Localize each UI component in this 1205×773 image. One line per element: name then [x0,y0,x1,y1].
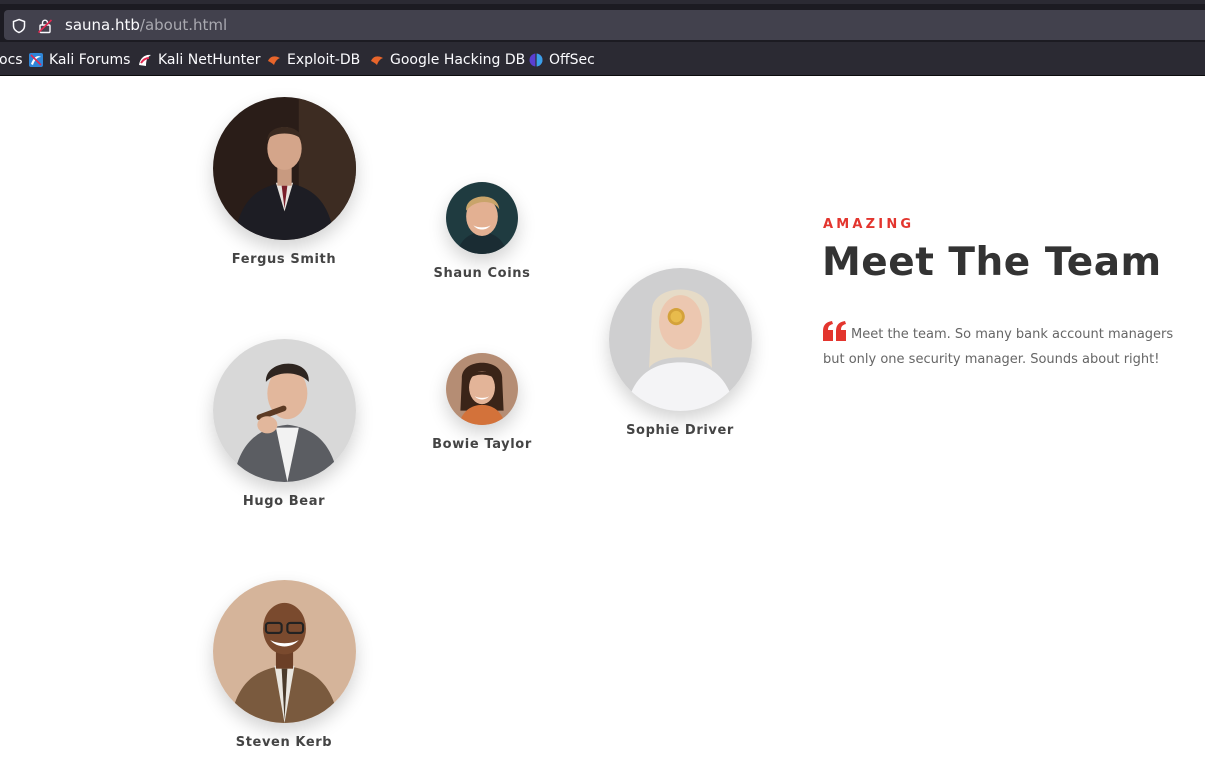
bookmarks-toolbar: ocs Kali Forums Kali NetHunter Exploit-D… [0,42,1205,76]
bookmark-label: Kali NetHunter [158,52,261,68]
offsec-icon [529,53,543,67]
team-member-name: Hugo Bear [242,494,326,509]
avatar [608,268,752,411]
bookmark-docs[interactable]: ocs [0,51,23,69]
kali-nethunter-icon [139,54,151,66]
bookmark-label: ocs [0,52,23,68]
about-page: Fergus Smith Shaun Coins Sophie Driver H… [0,77,1205,773]
avatar [212,580,356,723]
avatar [446,353,518,425]
bookmark-label: Kali Forums [49,52,131,68]
bookmark-label: Google Hacking DB [390,52,526,68]
team-member-name: Sophie Driver [626,423,734,438]
google-hacking-db-icon [371,56,383,65]
team-member-bowie-taylor: Bowie Taylor [412,353,552,452]
avatar [212,97,356,240]
team-member-shaun-coins: Shaun Coins [412,182,552,281]
url-path: /about.html [139,16,228,34]
quote-text: Meet the team. So many bank account mana… [823,327,1174,367]
section-title: Meet The Team [822,240,1162,285]
avatar [446,182,518,254]
bookmark-kali-forums[interactable]: Kali Forums [28,51,130,69]
team-member-hugo-bear: Hugo Bear [194,339,374,509]
bookmark-exploit-db[interactable]: Exploit-DB [266,51,360,69]
team-member-fergus-smith: Fergus Smith [194,97,374,267]
bookmark-kali-nethunter[interactable]: Kali NetHunter [137,51,260,69]
bookmark-offsec[interactable]: OffSec [528,51,595,69]
team-member-steven-kerb: Steven Kerb [194,580,374,750]
shield-icon[interactable] [11,18,27,34]
team-member-sophie-driver: Sophie Driver [590,268,770,438]
team-member-name: Bowie Taylor [432,437,532,452]
bookmark-label: Exploit-DB [287,52,361,68]
portrait-photo [212,339,356,482]
team-member-name: Fergus Smith [231,252,337,267]
team-member-name: Shaun Coins [433,266,531,281]
url-text[interactable]: sauna.htb/about.html [65,15,227,35]
url-host: sauna.htb [65,16,140,34]
portrait-photo [608,268,752,411]
address-bar[interactable]: sauna.htb/about.html [4,10,1205,40]
portrait-photo [212,580,356,723]
quote-icon [823,321,846,341]
insecure-lock-icon[interactable] [37,18,53,34]
portrait-photo [446,182,518,254]
bookmark-google-hacking-db[interactable]: Google Hacking DB [369,51,525,69]
portrait-photo [446,353,518,425]
section-eyebrow: AMAZING [823,217,915,232]
team-member-name: Steven Kerb [235,735,333,750]
team-quote: Meet the team. So many bank account mana… [823,321,1193,372]
portrait-photo [212,97,356,240]
bookmark-label: OffSec [549,52,595,68]
avatar [212,339,356,482]
exploit-db-icon [268,56,280,65]
kali-forums-icon [29,53,43,67]
browser-toolbar: sauna.htb/about.html [0,0,1205,42]
